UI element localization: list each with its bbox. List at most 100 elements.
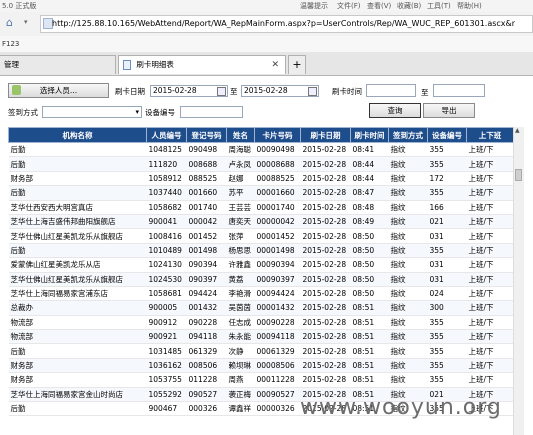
table-row[interactable]: 后勤 1048125 090498 周海聪 00090498 2015-02-28 08:4… (8, 142, 514, 158)
calendar-icon[interactable] (217, 87, 226, 96)
scroll-up-icon[interactable]: ▲ (515, 127, 520, 134)
table-cell: 指纹 (388, 358, 428, 374)
table-cell: 00094118 (254, 329, 301, 345)
table-cell: 指纹 (388, 156, 428, 172)
menu-item-favorites[interactable]: 收藏(B) (397, 1, 421, 11)
table-row[interactable]: 后勤 1010489 001498 杨思思 00001498 2015-02-28 08:5… (8, 243, 514, 259)
table-row[interactable]: 总裁办 900005 001432 吴茵茵 00001432 2015-02-28 08:5… (8, 300, 514, 316)
table-row[interactable]: 财务部 1053755 011228 周燕 00011228 2015-02-28 08:5… (8, 372, 514, 388)
table-cell: 08:51 (350, 329, 389, 345)
column-header[interactable]: 人员编号 (146, 127, 187, 143)
table-cell: 1058681 (146, 286, 187, 302)
table-header-row: 机构名称 人员编号 登记号码 姓名 卡片号码 刷卡日期 刷卡时间 签到方式 设备… (8, 127, 514, 143)
time-to-input[interactable] (433, 84, 485, 97)
table-cell: 1058682 (146, 200, 187, 215)
table-cell: 指纹 (388, 286, 428, 302)
table-row[interactable]: 芝华仕上海吉盛伟邦曲阳旗舰店 900041 000042 唐奕天 00000042 201… (8, 214, 514, 230)
tab-manage[interactable]: 管理 (0, 55, 116, 74)
table-cell: 1010489 (146, 243, 187, 259)
table-cell: 2015-02-28 (300, 272, 351, 287)
table-row[interactable]: 芝华仕上海同福易家宫浦东店 1058681 094424 李艳滑 00094424 201… (8, 286, 514, 302)
vertical-scrollbar[interactable]: ▲ (513, 127, 524, 435)
table-cell: 上班/下 (466, 142, 514, 158)
device-label: 设备编号 (145, 108, 175, 117)
table-cell: 苏平 (226, 185, 255, 201)
column-header[interactable]: 卡片号码 (254, 127, 301, 143)
table-cell: 08:50 (350, 257, 389, 273)
table-row[interactable]: 后勤 1031485 061329 次静 00061329 2015-02-28 08:51… (8, 343, 514, 359)
table-row[interactable]: 物流部 900912 090228 任志成 00090228 2015-02-28 08:5… (8, 315, 514, 331)
tab-swipe-detail[interactable]: 刷卡明细表 ✕ (118, 55, 286, 74)
table-cell: 111820 (146, 156, 187, 172)
query-button[interactable]: 查询 (369, 103, 421, 118)
menu-item-tools[interactable]: 工具(T) (427, 1, 451, 11)
table-row[interactable]: 财务部 1036162 008506 赖坝琳 00008506 2015-02-28 08:… (8, 358, 514, 374)
table-cell: 355 (427, 156, 467, 172)
table-row[interactable]: 芝华仕佛山红星美凯龙乐从旗舰店 1008416 001452 张萍 00001452 20… (8, 228, 514, 244)
menu-item-help[interactable]: 帮助(H) (457, 1, 482, 11)
table-cell: 08:41 (350, 142, 389, 158)
table-cell: 2015-02-28 (300, 372, 351, 388)
table-row[interactable]: 后勤 1037440 001660 苏平 00001660 2015-02-28 08:47… (8, 185, 514, 201)
home-dropdown-icon[interactable]: ▾ (24, 18, 28, 26)
export-button[interactable]: 导出 (423, 103, 475, 118)
new-tab-button[interactable]: + (288, 55, 306, 74)
column-header[interactable]: 姓名 (226, 127, 255, 143)
table-row[interactable]: 芝华仕西安西大明宫真店 1058682 001740 王芸芸 00001740 2015-… (8, 200, 514, 215)
table-cell: 08:50 (350, 286, 389, 302)
column-header[interactable]: 签到方式 (388, 127, 428, 143)
table-cell: 001498 (186, 243, 227, 259)
swipe-time-label: 刷卡时间 (332, 87, 362, 96)
column-header[interactable]: 上下班 (466, 127, 514, 143)
device-input[interactable] (180, 106, 243, 118)
calendar-icon[interactable] (308, 87, 317, 96)
table-cell: 2015-02-28 (300, 156, 351, 172)
column-header[interactable]: 登记号码 (186, 127, 227, 143)
date-to-input[interactable]: 2015-02-28 (241, 85, 319, 97)
date-from-input[interactable]: 2015-02-28 (150, 85, 228, 97)
table-cell: 1055292 (146, 387, 187, 403)
menu-item-tips[interactable]: 温馨提示 (300, 1, 328, 11)
table-cell: 1037440 (146, 185, 187, 201)
menu-item-file[interactable]: 文件(F) (337, 1, 361, 11)
menu-item-view[interactable]: 查看(V) (367, 1, 391, 11)
table-cell: 900005 (146, 300, 187, 316)
table-cell: 090228 (186, 315, 227, 331)
table-cell: 08:51 (350, 372, 389, 388)
table-cell: 355 (427, 329, 467, 345)
table-cell: 芝华仕上海吉盛伟邦曲阳旗舰店 (8, 214, 147, 230)
time-from-input[interactable] (366, 84, 416, 97)
column-header[interactable]: 机构名称 (8, 127, 147, 143)
favorites-item[interactable]: F123 (2, 40, 19, 48)
table-cell: 00088525 (254, 171, 301, 187)
column-header[interactable]: 刷卡时间 (350, 127, 389, 143)
watermark: www.wooyun.org (300, 395, 502, 420)
table-cell: 2015-02-28 (300, 358, 351, 374)
table-cell: 后勤 (8, 343, 147, 359)
close-tab-icon[interactable]: ✕ (271, 56, 279, 74)
table-cell: 021 (427, 214, 467, 230)
table-cell: 031 (427, 257, 467, 273)
table-cell: 上班/下 (466, 343, 514, 359)
table-row[interactable]: 后勤 111820 008688 卢永凤 00008688 2015-02-28 08:44… (8, 156, 514, 172)
table-cell: 李艳滑 (226, 286, 255, 302)
table-cell: 090394 (186, 257, 227, 273)
table-row[interactable]: 财务部 1058912 088525 赵娜 00088525 2015-02-28 08:4… (8, 171, 514, 187)
sign-method-select[interactable]: ▾ (42, 106, 142, 118)
home-icon[interactable]: ⌂ (6, 16, 13, 29)
table-cell: 2015-02-28 (300, 171, 351, 187)
table-cell: 00000042 (254, 214, 301, 230)
table-cell: 指纹 (388, 171, 428, 187)
column-header[interactable]: 刷卡日期 (300, 127, 351, 143)
scrollbar-thumb[interactable] (515, 169, 522, 181)
table-cell: 08:49 (350, 214, 389, 230)
select-person-button[interactable]: 选择人员... (8, 83, 109, 98)
table-row[interactable]: 物流部 900921 094118 朱永能 00094118 2015-02-28 08:5… (8, 329, 514, 345)
table-row[interactable]: 芝华仕佛山红星美凯龙乐从旗舰店 1024530 090397 黄荔 00090397 20… (8, 272, 514, 287)
url-text: http://125.88.10.165/WebAttend/Report/WA… (52, 19, 516, 28)
table-row[interactable]: 爱蒙佛山红星美凯龙乐从店 1024130 090394 许雅鑫 00090394 2015… (8, 257, 514, 273)
column-header[interactable]: 设备编号 (427, 127, 467, 143)
table-cell: 00011228 (254, 372, 301, 388)
table-cell: 1053755 (146, 372, 187, 388)
chevron-down-icon: ▾ (135, 108, 139, 116)
